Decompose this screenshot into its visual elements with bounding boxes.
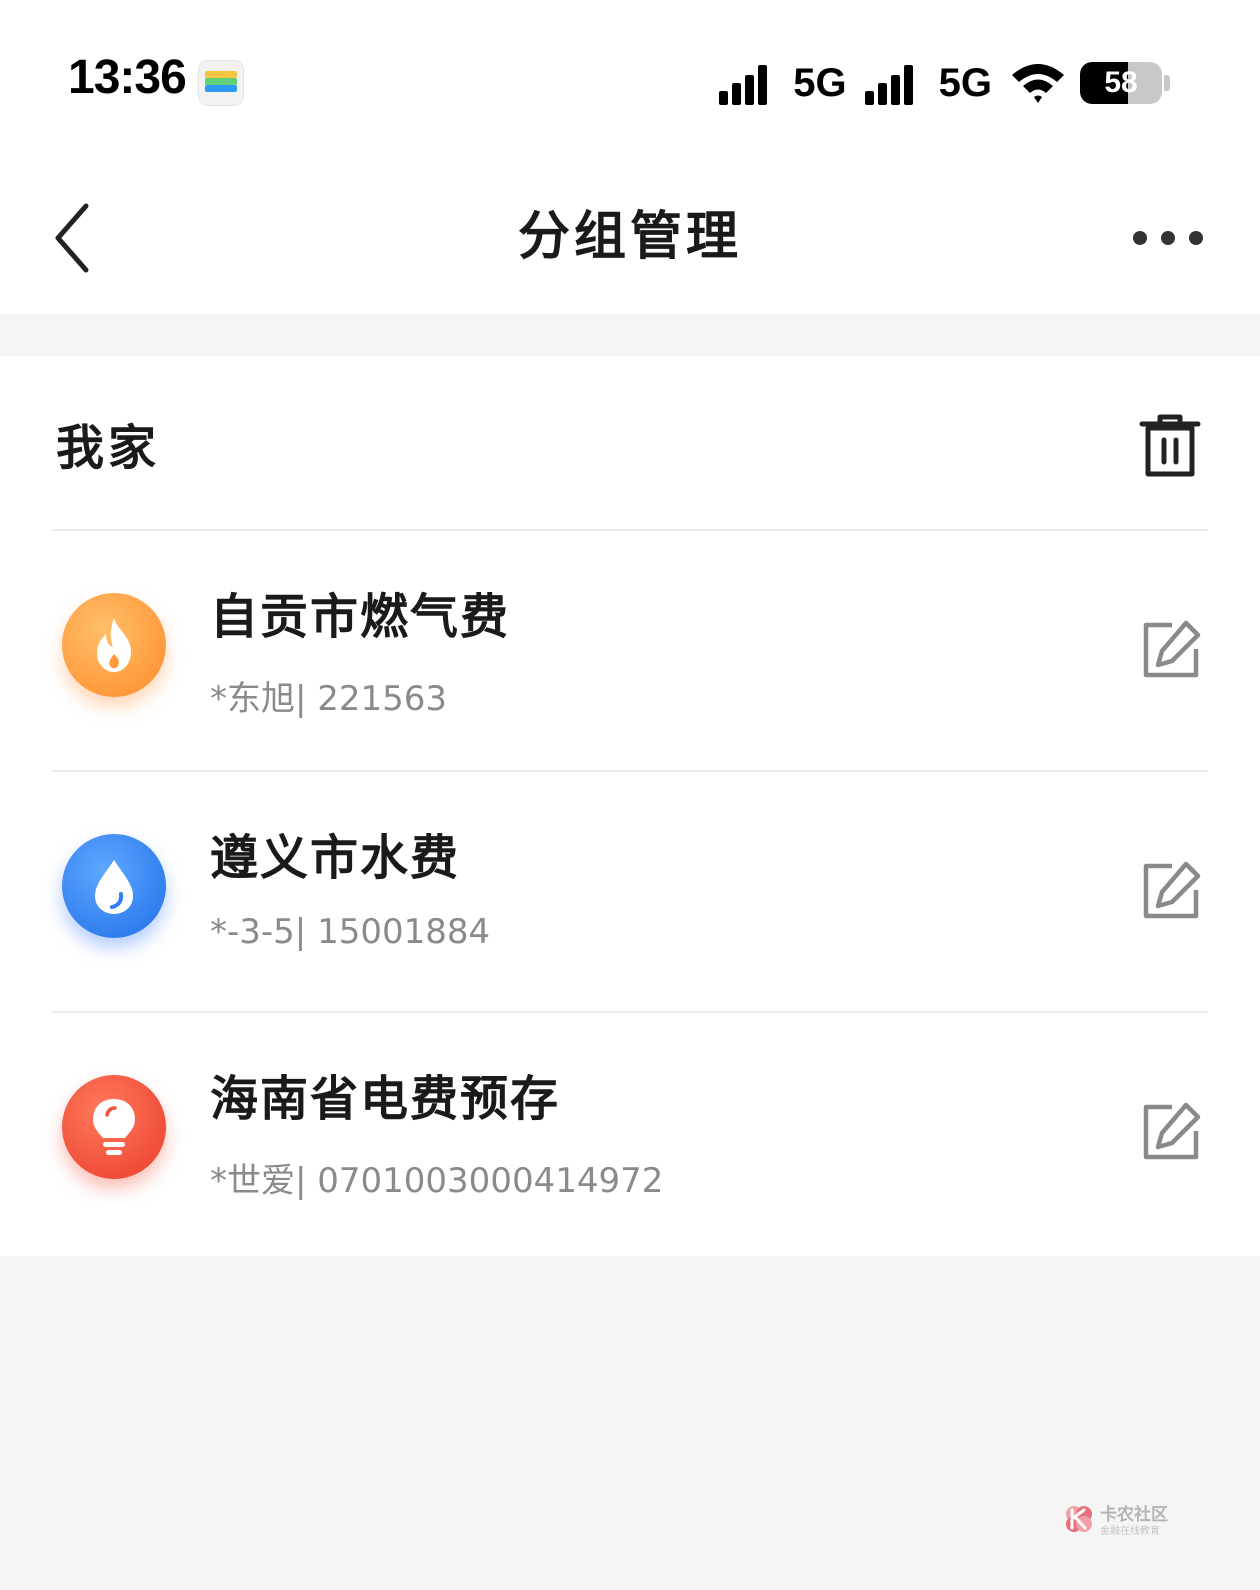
battery-tip [1164, 75, 1170, 91]
list-item[interactable]: 海南省电费预存 *世爱| 0701003000414972 [52, 1011, 1208, 1252]
group-management-screen: 13:36 5G 5G 58 分组管理 我家 自贡市燃气费 *东旭| 22156… [0, 0, 1260, 1590]
watermark: 卡农社区 金融在线教育 [1062, 1500, 1182, 1540]
signal-strength-icon [864, 61, 925, 105]
network-type-label: 5G [938, 60, 992, 105]
item-account: *世爱| 0701003000414972 [210, 1161, 664, 1201]
flame-icon [62, 593, 166, 697]
navigation-bar: 分组管理 [0, 160, 1260, 314]
group-name: 我家 [56, 420, 161, 476]
watermark-slogan: 金融在线教育 [1100, 1526, 1160, 1537]
item-account: *东旭| 221563 [210, 679, 448, 719]
app-notification-icon [198, 60, 244, 106]
edit-button[interactable] [1140, 1101, 1202, 1163]
list-item[interactable]: 遵义市水费 *-3-5| 15001884 [52, 770, 1208, 1011]
status-bar: 13:36 5G 5G 58 [0, 0, 1260, 160]
status-time: 13:36 [68, 51, 187, 104]
network-type-label: 5G [793, 60, 847, 105]
wifi-icon [1012, 64, 1064, 103]
item-account: *-3-5| 15001884 [210, 912, 491, 952]
battery-percent: 58 [1104, 66, 1138, 99]
watermark-logo-icon [1066, 1506, 1092, 1532]
item-title: 自贡市燃气费 [210, 589, 511, 645]
item-title: 海南省电费预存 [210, 1071, 561, 1127]
page-title: 分组管理 [517, 207, 742, 267]
group-header: 我家 [0, 356, 1260, 529]
status-indicators: 5G 5G 58 [719, 56, 1170, 110]
battery-icon: 58 [1080, 62, 1162, 104]
edit-button[interactable] [1140, 619, 1202, 681]
bill-account-list: 自贡市燃气费 *东旭| 221563 遵义市水费 *-3-5| 15001884 [52, 529, 1208, 1252]
edit-button[interactable] [1140, 860, 1202, 922]
list-item[interactable]: 自贡市燃气费 *东旭| 221563 [52, 529, 1208, 770]
water-drop-icon [62, 834, 166, 938]
delete-group-button[interactable] [1138, 412, 1202, 478]
signal-strength-icon [719, 61, 779, 105]
more-options-button[interactable] [1128, 210, 1208, 266]
group-card: 我家 自贡市燃气费 *东旭| 221563 遵义市水费 *-3-5| 15001… [0, 356, 1260, 1256]
item-title: 遵义市水费 [210, 830, 461, 886]
light-bulb-icon [62, 1075, 166, 1179]
